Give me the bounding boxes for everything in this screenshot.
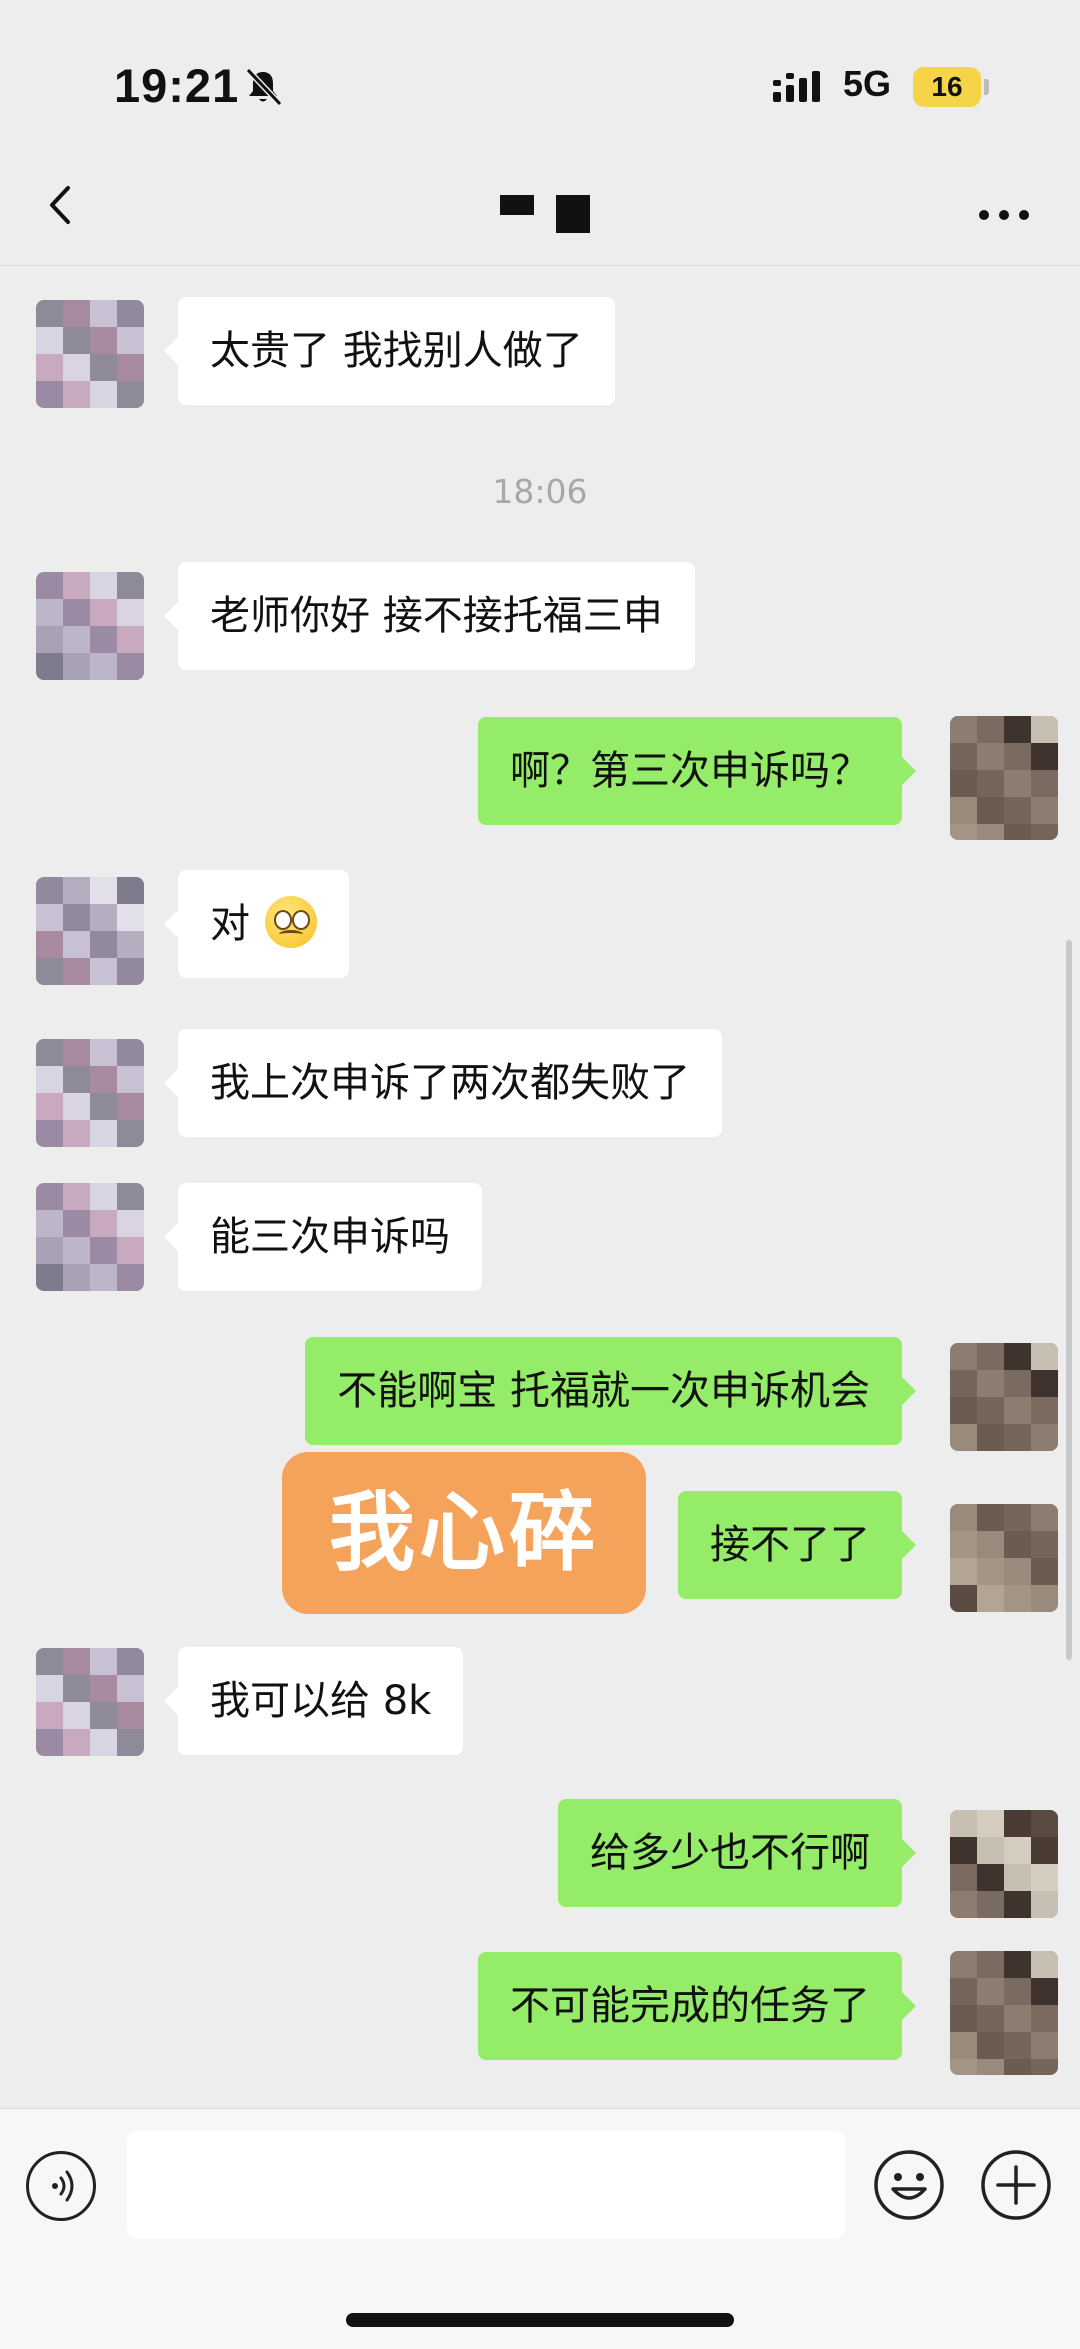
voice-icon — [52, 2170, 74, 2202]
message-bubble[interactable]: 我上次申诉了两次都失败了 — [164, 1029, 722, 1137]
user-avatar[interactable] — [950, 1504, 1058, 1612]
status-bar: 19:21 5G 16 — [0, 0, 1080, 150]
message-bubble[interactable]: 不可能完成的任务了 — [478, 1952, 916, 2060]
battery-level: 16 — [913, 67, 981, 107]
message-text: 我可以给 8k — [210, 1678, 432, 1724]
plus-icon[interactable] — [978, 2147, 1054, 2223]
voice-button[interactable] — [26, 2151, 96, 2221]
signal-icon — [773, 71, 820, 102]
message-bubble[interactable]: 不能啊宝 托福就一次申诉机会 — [305, 1337, 916, 1445]
message-text: 我上次申诉了两次都失败了 — [210, 1060, 690, 1106]
message-text: 接不了了 — [710, 1522, 870, 1568]
contact-avatar[interactable] — [36, 1648, 144, 1756]
chat-timestamp: 18:06 — [492, 472, 588, 511]
network-label: 5G — [843, 63, 892, 104]
battery-cap — [984, 79, 989, 95]
home-indicator[interactable] — [346, 2313, 734, 2327]
more-icon[interactable] — [976, 205, 1032, 225]
message-text: 对 — [210, 901, 250, 947]
back-icon[interactable] — [40, 180, 80, 230]
message-text: 给多少也不行啊 — [590, 1830, 870, 1876]
message-bubble[interactable]: 太贵了 我找别人做了 — [164, 297, 615, 405]
message-text: 能三次申诉吗 — [210, 1214, 450, 1260]
message-text: 啊？第三次申诉吗？ — [510, 748, 870, 794]
sticker-text: 我心碎 — [329, 1483, 599, 1583]
woozy-face-emoji-icon — [264, 896, 317, 948]
message-text: 不可能完成的任务了 — [510, 1983, 870, 2029]
message-input[interactable] — [127, 2131, 845, 2239]
user-avatar[interactable] — [950, 1343, 1058, 1451]
message-bubble[interactable]: 给多少也不行啊 — [558, 1799, 916, 1907]
message-text: 老师你好 接不接托福三申 — [210, 593, 663, 639]
message-bubble[interactable]: 能三次申诉吗 — [164, 1183, 482, 1291]
contact-avatar[interactable] — [36, 300, 144, 408]
mute-icon — [245, 67, 283, 107]
scrollbar[interactable] — [1066, 940, 1072, 1660]
status-time: 19:21 — [114, 59, 240, 112]
redaction-block — [500, 195, 534, 215]
contact-name-redacted — [500, 195, 600, 235]
user-avatar[interactable] — [950, 1951, 1058, 2075]
user-avatar[interactable] — [950, 1810, 1058, 1918]
contact-avatar[interactable] — [36, 1183, 144, 1291]
user-avatar[interactable] — [950, 716, 1058, 840]
redaction-block — [556, 195, 590, 233]
sticker-heartbroken: 我心碎 — [282, 1452, 646, 1614]
message-bubble[interactable]: 接不了了 — [678, 1491, 916, 1599]
contact-avatar[interactable] — [36, 877, 144, 985]
chat-header — [0, 150, 1080, 266]
emoji-icon[interactable] — [871, 2147, 947, 2223]
message-bubble[interactable]: 啊？第三次申诉吗？ — [478, 717, 916, 825]
message-bubble[interactable]: 对 — [164, 870, 349, 978]
message-bubble[interactable]: 老师你好 接不接托福三申 — [164, 562, 695, 670]
contact-avatar[interactable] — [36, 572, 144, 680]
message-text: 太贵了 我找别人做了 — [210, 328, 583, 374]
message-text: 不能啊宝 托福就一次申诉机会 — [337, 1368, 870, 1414]
contact-avatar[interactable] — [36, 1039, 144, 1147]
message-bubble[interactable]: 我可以给 8k — [163, 1647, 464, 1755]
